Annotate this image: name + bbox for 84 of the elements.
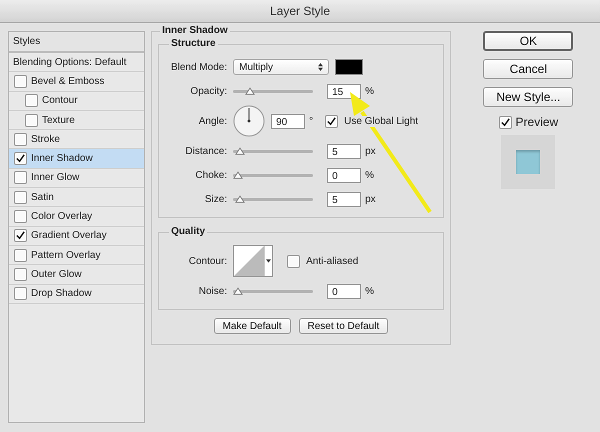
group-title: Structure — [169, 38, 218, 49]
checkbox[interactable] — [14, 74, 27, 88]
unit-label: % — [365, 86, 374, 96]
sidebar-item[interactable]: Drop Shadow — [9, 284, 144, 304]
checkbox[interactable] — [14, 152, 27, 166]
value-field[interactable]: 0 — [327, 168, 362, 182]
sidebar-item[interactable]: Contour — [9, 92, 144, 111]
dialog-button[interactable]: OK — [483, 31, 574, 51]
checkbox[interactable] — [498, 116, 512, 128]
field-label: Contour: — [188, 256, 228, 266]
value-field[interactable]: 5 — [327, 144, 362, 158]
item-label: Pattern Overlay — [31, 250, 100, 261]
item-label: Stroke — [31, 134, 60, 145]
field-label: Choke: — [194, 170, 228, 180]
angle-dial[interactable] — [233, 105, 266, 137]
dropdown-caret-icon — [266, 259, 272, 263]
unit-label: px — [365, 146, 376, 156]
unit-label: % — [365, 286, 374, 296]
checkbox[interactable] — [14, 171, 27, 184]
unit-label: px — [365, 194, 376, 204]
sidebar-item[interactable]: Gradient Overlay — [9, 226, 144, 246]
item-label: Bevel & Emboss — [31, 76, 104, 87]
value-field[interactable]: 15 — [327, 84, 362, 98]
checkbox[interactable] — [25, 114, 38, 127]
sidebar-item[interactable]: Inner Glow — [9, 168, 144, 188]
checkbox[interactable] — [14, 268, 27, 281]
item-label: Drop Shadow — [31, 288, 92, 300]
slider-handle[interactable] — [234, 146, 245, 154]
field-label: Opacity: — [189, 86, 228, 96]
blend-mode-dropdown[interactable]: Multiply — [233, 59, 330, 75]
checkbox-label: Anti-aliased — [306, 256, 358, 266]
item-label: Inner Glow — [31, 172, 80, 184]
slider-handle[interactable] — [233, 170, 244, 178]
sidebar-item[interactable]: Inner Shadow — [9, 149, 144, 169]
preview-swatch — [516, 150, 540, 174]
item-label: Gradient Overlay — [31, 230, 107, 242]
sidebar-item[interactable]: Color Overlay — [9, 207, 144, 227]
color-swatch[interactable] — [335, 59, 364, 75]
unit-label: % — [365, 170, 374, 180]
field-label: Size: — [204, 194, 228, 204]
sidebar-item[interactable]: Bevel & Emboss — [9, 72, 144, 92]
panel-button[interactable]: Make Default — [214, 318, 291, 334]
panel-button[interactable]: Reset to Default — [298, 318, 388, 334]
contour-picker[interactable] — [233, 245, 274, 277]
dialog-button[interactable]: New Style... — [483, 87, 574, 107]
sidebar-item[interactable]: Blending Options: Default — [9, 53, 144, 72]
slider-handle[interactable] — [234, 194, 245, 202]
sidebar-item[interactable]: Pattern Overlay — [9, 246, 144, 266]
angle-field[interactable]: 90 — [271, 114, 306, 128]
item-label: Texture — [42, 114, 75, 126]
value-field[interactable]: 5 — [327, 192, 362, 206]
checkbox[interactable] — [14, 287, 27, 300]
field-label: Noise: — [198, 286, 228, 296]
checkbox-label: Use Global Light — [344, 116, 418, 126]
item-label: Satin — [31, 192, 54, 203]
item-label: Contour — [42, 95, 78, 106]
checkbox[interactable] — [14, 248, 27, 262]
dialog-button[interactable]: Cancel — [483, 59, 574, 79]
sidebar-item[interactable]: Satin — [9, 188, 144, 208]
checkbox[interactable] — [287, 254, 300, 268]
checkbox[interactable] — [25, 94, 38, 108]
slider-handle[interactable] — [245, 86, 256, 94]
sidebar-item[interactable]: Outer Glow — [9, 265, 144, 285]
item-label: Color Overlay — [31, 211, 92, 222]
item-label: Inner Shadow — [31, 153, 93, 164]
unit-label: ° — [309, 116, 314, 126]
item-label: Outer Glow — [31, 268, 82, 280]
window-title: Layer Style — [270, 4, 330, 18]
checkbox[interactable] — [14, 210, 27, 224]
field-label: Blend Mode: — [170, 62, 228, 72]
field-label: Angle: — [198, 116, 228, 126]
group-title: Quality — [169, 226, 208, 237]
sidebar-item[interactable]: Texture — [9, 110, 144, 130]
checkbox[interactable] — [14, 229, 27, 242]
checkbox-label: Preview — [516, 115, 558, 129]
checkbox[interactable] — [14, 190, 27, 204]
panel-title: Inner Shadow — [160, 25, 230, 36]
slider-handle[interactable] — [233, 286, 244, 294]
list-header: Styles — [9, 32, 144, 53]
checkbox[interactable] — [14, 132, 27, 146]
stepper-icon — [318, 63, 324, 71]
value-field[interactable]: 0 — [327, 284, 362, 298]
checkbox[interactable] — [325, 114, 338, 128]
field-label: Distance: — [184, 146, 228, 156]
